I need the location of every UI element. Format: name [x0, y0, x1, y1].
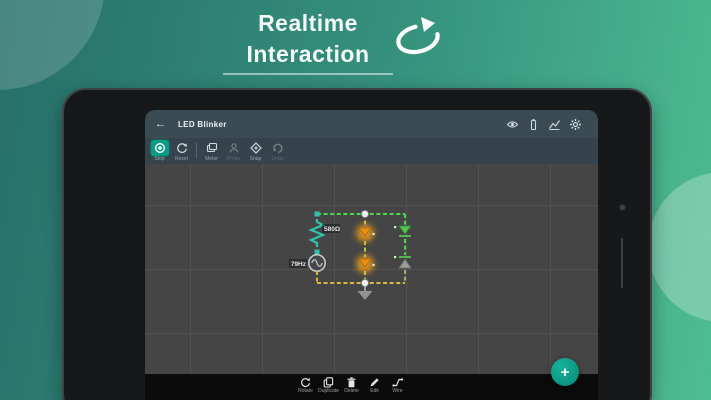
tablet-camera: [619, 204, 626, 211]
probe-icon[interactable]: [225, 140, 243, 156]
diode-component-2[interactable]: [394, 256, 411, 268]
action-wire[interactable]: Wire: [389, 377, 406, 394]
ground-component[interactable]: [358, 286, 373, 300]
undo-icon[interactable]: [269, 140, 287, 156]
tool-reset[interactable]: Reset: [171, 140, 192, 162]
duplicate-icon: [323, 377, 334, 388]
eye-icon[interactable]: [506, 118, 519, 131]
wrench-icon: [392, 377, 403, 388]
resistor-value-label: 580Ω: [324, 226, 340, 233]
battery-icon[interactable]: [527, 118, 540, 131]
decor-circle-right: [648, 172, 711, 322]
chart-icon[interactable]: [548, 118, 561, 131]
action-duplicate[interactable]: Duplicate: [320, 377, 337, 394]
tool-snap[interactable]: Snap: [245, 140, 266, 162]
wire-bottom[interactable]: [317, 271, 405, 283]
banner-line2: Interaction: [208, 39, 408, 70]
tool-undo[interactable]: Undo: [267, 140, 288, 162]
tablet-speaker: [621, 238, 623, 288]
selection-toolbar: Rotate Duplicate Delete Edit Wire: [145, 374, 598, 400]
pencil-icon: [369, 377, 380, 388]
stop-icon[interactable]: [151, 140, 169, 156]
reset-icon[interactable]: [173, 140, 191, 156]
banner-title: Realtime Interaction: [208, 8, 408, 75]
action-delete[interactable]: Delete: [343, 377, 360, 394]
tool-meter[interactable]: Meter: [201, 140, 222, 162]
plus-icon: +: [561, 364, 570, 381]
circuit-drawing: 580Ω 79Hz: [145, 164, 598, 374]
snap-icon[interactable]: [247, 140, 265, 156]
sim-toolbar: Stop Reset Meter Probe Snap: [145, 138, 598, 164]
tool-stop[interactable]: Stop: [149, 140, 170, 162]
junction-node-bottom[interactable]: [361, 279, 368, 286]
led-component-1[interactable]: [357, 225, 375, 242]
action-edit[interactable]: Edit: [366, 377, 383, 394]
source-frequency-label: 79Hz: [291, 261, 307, 268]
trash-icon: [346, 377, 357, 388]
diode-component-1[interactable]: [394, 226, 411, 236]
toolbar-divider: [196, 142, 197, 158]
app-header: ← LED Blinker: [145, 110, 598, 138]
circuit-canvas[interactable]: 580Ω 79Hz: [145, 164, 598, 374]
action-rotate[interactable]: Rotate: [297, 377, 314, 394]
ac-source-component[interactable]: 79Hz: [289, 254, 325, 274]
banner-underline: [223, 73, 393, 75]
decor-circle-top-left: [0, 0, 105, 90]
junction-node-top[interactable]: [361, 210, 368, 217]
meter-icon[interactable]: [203, 140, 221, 156]
header-actions: [506, 118, 582, 131]
page-title: LED Blinker: [178, 120, 227, 129]
rotate-icon: [300, 377, 311, 388]
rotate-ccw-icon: [391, 14, 445, 58]
tool-probe[interactable]: Probe: [223, 140, 244, 162]
add-component-fab[interactable]: +: [551, 358, 579, 386]
back-button[interactable]: ←: [155, 118, 166, 130]
resistor-component[interactable]: 580Ω: [311, 212, 340, 255]
led-component-2[interactable]: [357, 256, 375, 273]
app-screen: ← LED Blinker Stop: [145, 110, 598, 400]
gear-icon[interactable]: [569, 118, 582, 131]
banner-line1: Realtime: [208, 8, 408, 39]
